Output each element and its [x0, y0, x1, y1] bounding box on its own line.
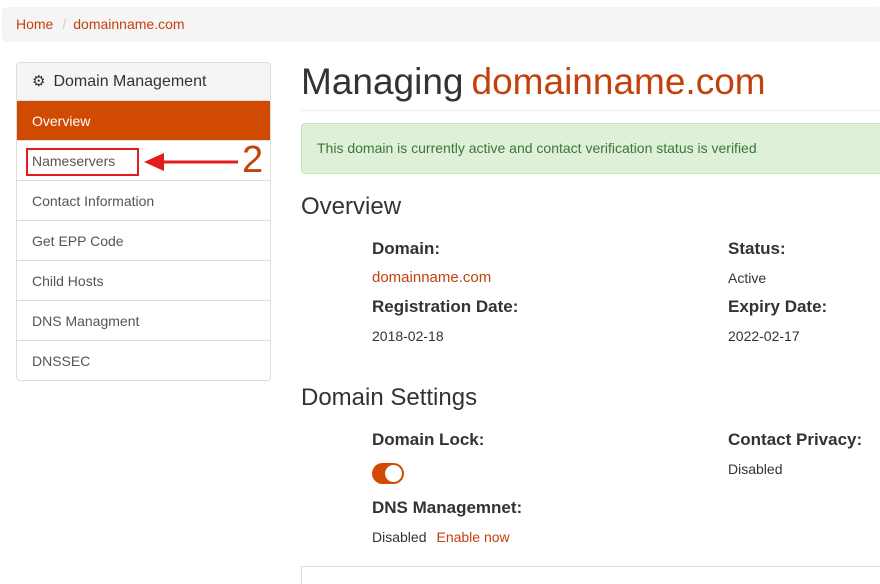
registration-date-value: 2018-02-18	[372, 328, 444, 344]
dns-management-status: Disabled Enable now	[372, 529, 510, 545]
domain-label: Domain:	[372, 239, 440, 258]
domain-value-link[interactable]: domainname.com	[372, 269, 491, 286]
page-title: Managing domainname.com	[301, 58, 766, 106]
annotation-step-number: 2	[242, 139, 264, 181]
toggle-knob	[385, 465, 402, 482]
sidebar-item-child-hosts[interactable]: Child Hosts	[17, 261, 270, 301]
expiry-date-label: Expiry Date:	[728, 297, 828, 316]
page-title-domain: domainname.com	[471, 61, 766, 102]
breadcrumb-current[interactable]: domainname.com	[73, 16, 184, 32]
annotation-highlight-box	[26, 148, 139, 176]
breadcrumb-separator: /	[62, 16, 67, 32]
annotation-arrow-icon	[144, 153, 238, 171]
domain-settings-heading: Domain Settings	[301, 384, 478, 411]
domain-lock-toggle[interactable]	[372, 463, 404, 484]
breadcrumb-home-link[interactable]: Home	[16, 16, 53, 32]
registration-date-label: Registration Date:	[372, 297, 519, 316]
contact-privacy-value: Disabled	[728, 461, 783, 477]
gear-icon: ⚙	[32, 73, 46, 90]
status-alert: This domain is currently active and cont…	[301, 123, 880, 174]
overview-heading: Overview	[301, 193, 402, 220]
breadcrumb: Home / domainname.com	[2, 7, 880, 42]
sidebar-item-get-epp-code[interactable]: Get EPP Code	[17, 221, 270, 261]
enable-now-link[interactable]: Enable now	[436, 529, 509, 545]
status-label: Status:	[728, 239, 786, 258]
sidebar-item-contact-information[interactable]: Contact Information	[17, 181, 270, 221]
dns-management-label: DNS Managemnet:	[372, 498, 523, 517]
sidebar-item-overview[interactable]: Overview	[17, 101, 270, 141]
domain-management-panel: ⚙ Domain Management Overview Nameservers…	[16, 62, 271, 381]
sidebar-item-dnssec[interactable]: DNSSEC	[17, 341, 270, 380]
panel-heading-label: Domain Management	[53, 72, 207, 90]
contact-privacy-label: Contact Privacy:	[728, 430, 863, 449]
bottom-panel	[301, 566, 880, 584]
panel-heading: ⚙ Domain Management	[17, 63, 270, 101]
title-divider	[301, 110, 880, 111]
status-value: Active	[728, 270, 767, 286]
domain-lock-label: Domain Lock:	[372, 430, 485, 449]
expiry-date-value: 2022-02-17	[728, 328, 800, 344]
dns-management-value: Disabled	[372, 529, 427, 545]
sidebar-item-dns-managment[interactable]: DNS Managment	[17, 301, 270, 341]
page-title-prefix: Managing	[301, 61, 464, 102]
